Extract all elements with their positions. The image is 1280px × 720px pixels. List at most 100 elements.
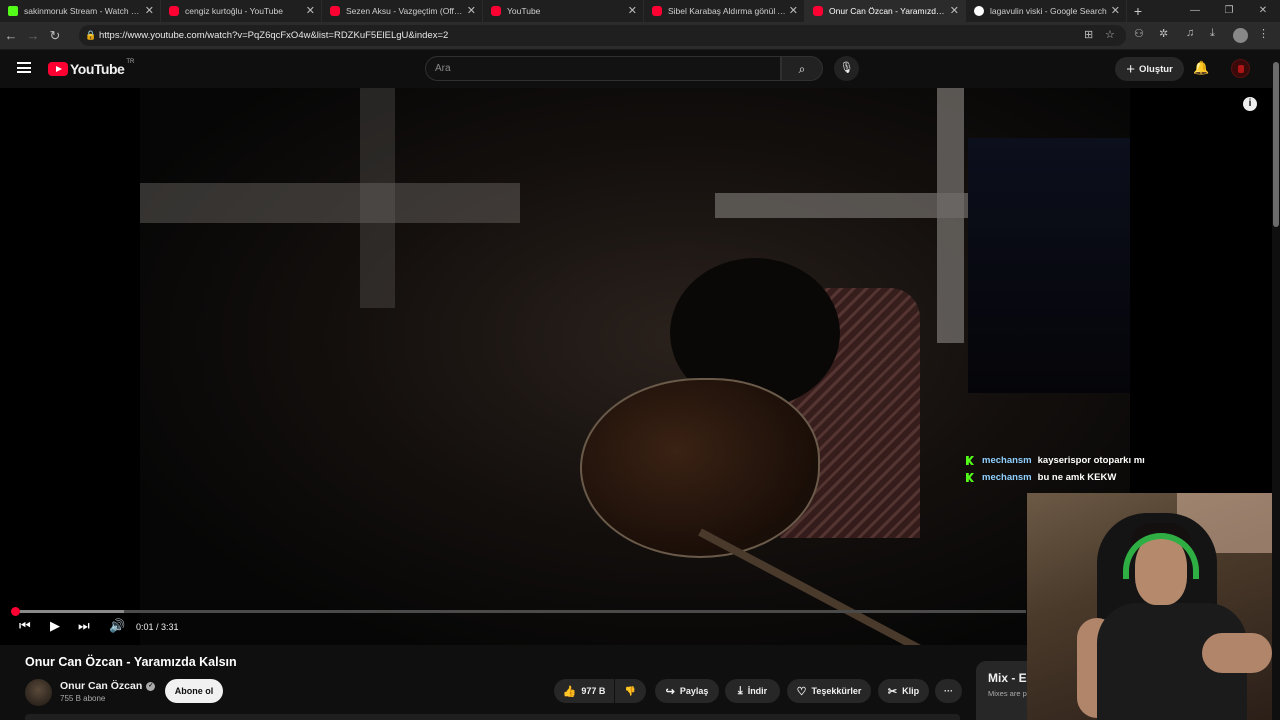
description-box-edge [25, 714, 960, 720]
close-window-icon[interactable]: ✕ [1246, 0, 1280, 22]
youtube-play-icon [48, 62, 68, 76]
scrubber-handle[interactable] [11, 607, 21, 616]
like-count: 977 B [581, 686, 606, 696]
thumbs-up-icon: 👍 [562, 685, 577, 698]
channel-avatar[interactable] [25, 679, 52, 706]
reading-list-icon[interactable]: ♫ [1186, 27, 1194, 39]
app-available-icon[interactable]: ⊞ [1084, 28, 1093, 41]
download-icon: ⤓ [737, 684, 743, 697]
tab-kick-stream[interactable]: sakinmoruk Stream - Watch Live o ✕ [0, 0, 161, 22]
kick-icon [966, 456, 974, 465]
country-code: TR [126, 59, 135, 65]
tab-cengiz-kurtoglu[interactable]: cengiz kurtoğlu - YouTube ✕ [161, 0, 322, 22]
clip-button[interactable]: ✂ Klip [878, 679, 929, 703]
close-tab-icon[interactable]: ✕ [950, 4, 959, 17]
plus-icon: + [1126, 60, 1135, 78]
google-icon [974, 6, 984, 16]
address-bar-row: ← → ↻ 🔒 https://www.youtube.com/watch?v=… [0, 22, 1280, 50]
logo-text: YouTube [70, 61, 125, 77]
progress-bar[interactable] [11, 607, 1026, 616]
download-icon[interactable]: ⤓ [1210, 27, 1215, 40]
webcam-overlay [1027, 493, 1280, 720]
youtube-icon [813, 6, 823, 16]
voice-search-button[interactable]: 🎙 [834, 56, 859, 81]
tab-title: lagavulin viski - Google Search [990, 6, 1107, 16]
extensions-puzzle-icon[interactable]: ✲ [1159, 27, 1168, 40]
close-tab-icon[interactable]: ✕ [1111, 4, 1120, 17]
youtube-icon [491, 6, 501, 16]
browser-tab-strip: sakinmoruk Stream - Watch Live o ✕ cengiz… [0, 0, 1280, 22]
scrollbar-thumb[interactable] [1273, 62, 1279, 227]
mix-title: Mix - E [988, 671, 1027, 685]
download-label: İndir [747, 686, 768, 696]
youtube-logo[interactable]: YouTube TR [48, 59, 135, 77]
browser-menu-icon[interactable]: ⋮ [1258, 27, 1269, 40]
volume-icon[interactable]: 🔊 [109, 618, 125, 634]
chat-text: bu ne amk KEKW [1037, 472, 1117, 483]
more-actions-button[interactable]: ··· [935, 679, 962, 703]
back-icon[interactable]: ← [0, 28, 22, 43]
thanks-button[interactable]: ♡ Teşekkürler [787, 679, 871, 703]
previous-icon[interactable]: ⏮ [19, 618, 31, 634]
share-button[interactable]: ↪ Paylaş [655, 679, 719, 703]
tab-title: Sibel Karabaş Aldırma gönül Aldır [668, 6, 786, 16]
info-icon[interactable]: i [1243, 97, 1257, 111]
close-tab-icon[interactable]: ✕ [467, 4, 476, 17]
forward-icon[interactable]: → [22, 28, 44, 43]
tab-title: sakinmoruk Stream - Watch Live o [24, 6, 142, 16]
extension-icon[interactable]: ⚇ [1134, 27, 1144, 40]
restore-icon[interactable]: ❐ [1212, 0, 1246, 22]
hamburger-menu-icon[interactable] [17, 62, 31, 73]
new-tab-button[interactable]: + [1127, 3, 1149, 19]
mix-subtitle: Mixes are p [988, 689, 1027, 698]
notifications-bell-icon[interactable]: 🔔 [1193, 60, 1209, 76]
like-button[interactable]: 👍 977 B [554, 679, 614, 703]
close-tab-icon[interactable]: ✕ [306, 4, 315, 17]
kick-icon [966, 473, 974, 482]
search-icon: ⌕ [798, 62, 806, 76]
profile-avatar[interactable] [1233, 28, 1248, 43]
youtube-icon [652, 6, 662, 16]
chat-username: mechansm [982, 472, 1032, 483]
mix-playlist-panel[interactable]: Mix - E Mixes are p [976, 661, 1028, 720]
time-display: 0:01 / 3:31 [136, 622, 179, 632]
tab-onur-can-ozcan[interactable]: Onur Can Özcan - Yaramızda Kals ✕ [805, 0, 966, 22]
subscribe-button[interactable]: Abone ol [165, 679, 223, 703]
scissors-icon: ✂ [887, 685, 898, 698]
account-avatar[interactable] [1231, 59, 1250, 78]
tab-sezen-aksu[interactable]: Sezen Aksu - Vazgeçtim (Official a ✕ [322, 0, 483, 22]
site-info-icon[interactable]: 🔒 [85, 30, 96, 41]
close-tab-icon[interactable]: ✕ [789, 4, 798, 17]
channel-name-row[interactable]: Onur Can Özcan ✓ [60, 680, 156, 692]
tab-title: Sezen Aksu - Vazgeçtim (Official a [346, 6, 464, 16]
tab-title: YouTube [507, 6, 541, 16]
chat-message: mechansm bu ne amk KEKW [966, 472, 1116, 483]
page-scrollbar[interactable] [1272, 50, 1280, 720]
tab-sibel-karabas[interactable]: Sibel Karabaş Aldırma gönül Aldır ✕ [644, 0, 805, 22]
chat-message: mechansm kayserispor otoparkı mı [966, 455, 1145, 466]
window-controls: — ❐ ✕ [1178, 0, 1280, 22]
super-thanks-icon: ♡ [796, 685, 807, 698]
minimize-icon[interactable]: — [1178, 0, 1212, 22]
youtube-header: YouTube TR Ara ⌕ 🎙 + Oluştur 🔔 [0, 50, 1280, 88]
chat-text: kayserispor otoparkı mı [1037, 455, 1145, 466]
close-tab-icon[interactable]: ✕ [145, 4, 154, 17]
bookmark-star-icon[interactable]: ☆ [1105, 28, 1115, 41]
dislike-button[interactable]: 👎 [615, 679, 646, 703]
search-button[interactable]: ⌕ [781, 56, 823, 81]
reload-icon[interactable]: ↻ [44, 28, 66, 44]
verified-icon: ✓ [146, 681, 156, 691]
tab-google-search[interactable]: lagavulin viski - Google Search ✕ [966, 0, 1127, 22]
close-tab-icon[interactable]: ✕ [628, 4, 637, 17]
create-button[interactable]: + Oluştur [1115, 57, 1184, 81]
clip-label: Klip [902, 686, 920, 696]
url-field[interactable]: 🔒 https://www.youtube.com/watch?v=PqZ6qc… [79, 25, 1126, 46]
search-input[interactable]: Ara [425, 56, 781, 81]
download-button[interactable]: ⤓ İndir [725, 679, 780, 703]
url-text: https://www.youtube.com/watch?v=PqZ6qcFx… [99, 30, 449, 41]
thanks-label: Teşekkürler [811, 686, 862, 696]
next-icon[interactable]: ⏭ [78, 618, 90, 634]
play-icon[interactable]: ▶ [50, 618, 60, 634]
share-label: Paylaş [679, 686, 709, 696]
tab-youtube[interactable]: YouTube ✕ [483, 0, 644, 22]
